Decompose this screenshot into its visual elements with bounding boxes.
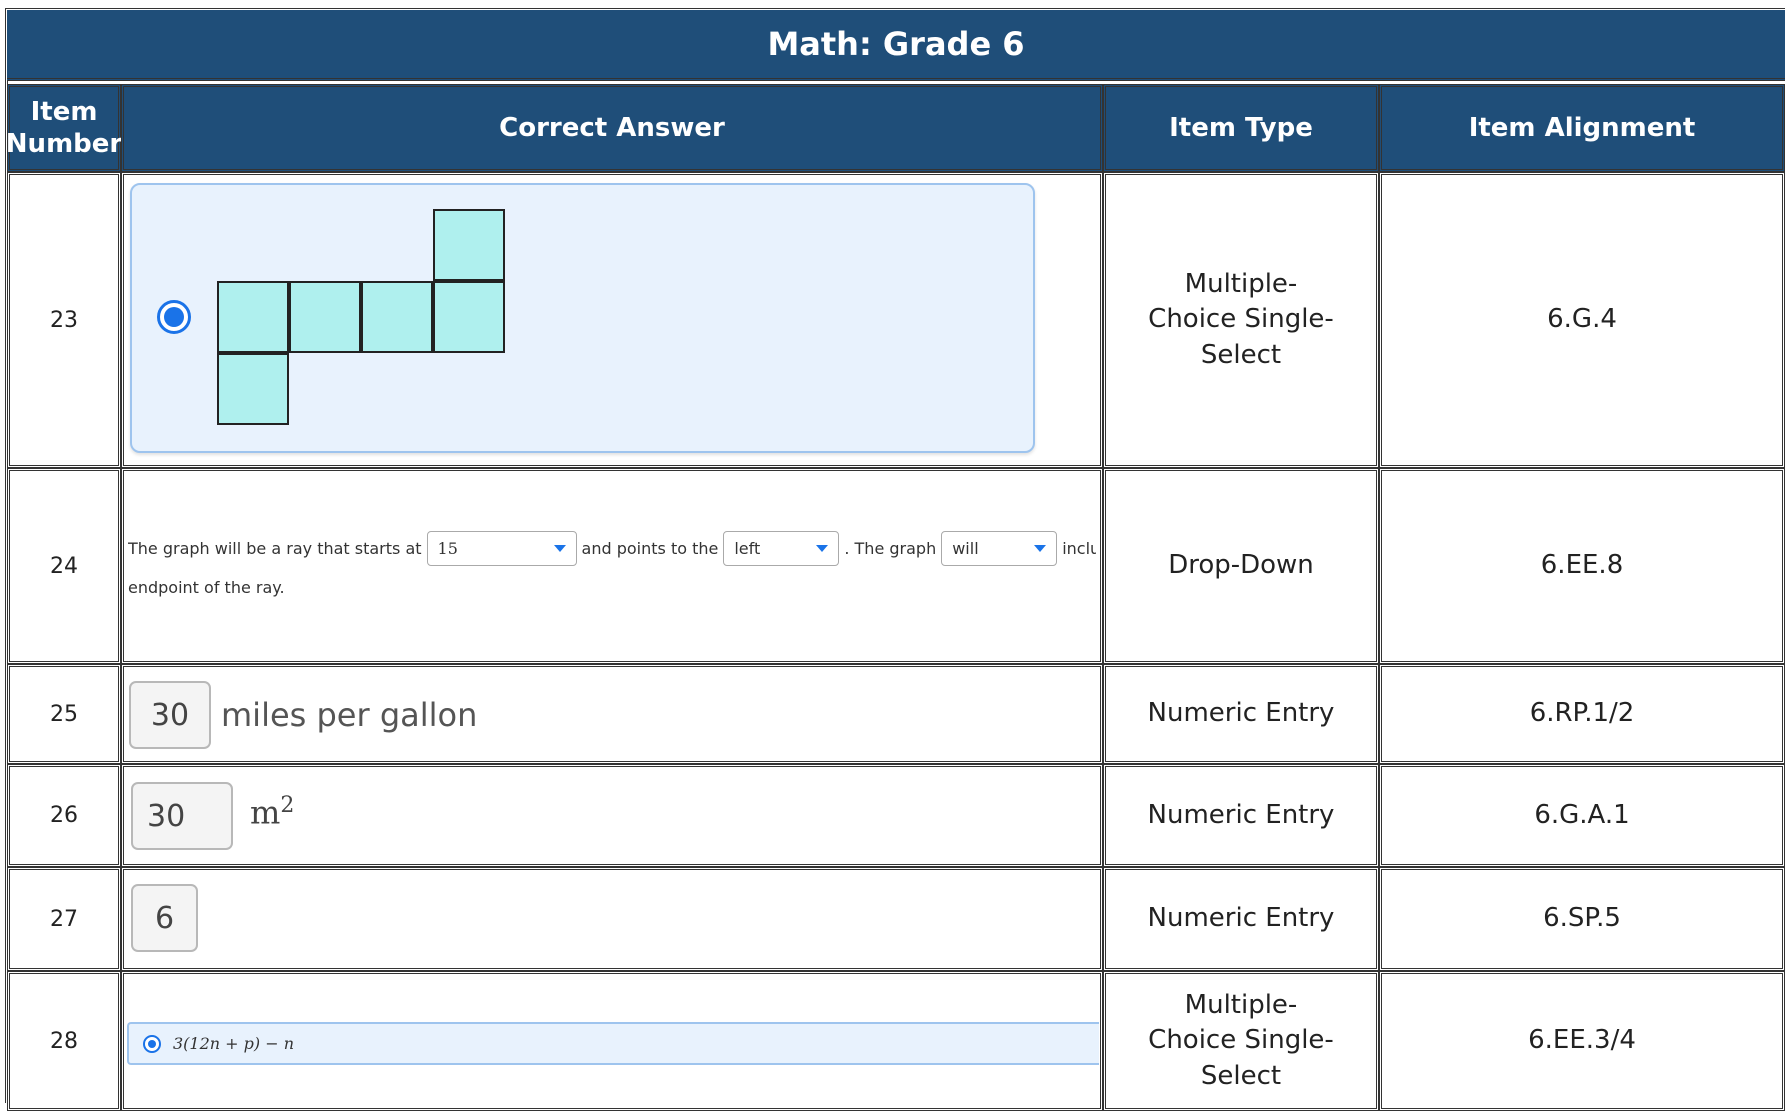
header-item-type: Item Type: [1103, 84, 1379, 172]
item-number-26: 26: [7, 764, 121, 867]
selected-radio-icon[interactable]: [143, 1034, 161, 1053]
answer-option-card[interactable]: [130, 183, 1035, 453]
expression-text: 3(12n + p) − n: [173, 1034, 295, 1053]
numeric-entry-input[interactable]: 6: [131, 884, 198, 952]
net-square: [217, 281, 289, 353]
item-alignment-28: 6.EE.3/4: [1379, 971, 1785, 1111]
item-type-28: Multiple-Choice Single-Select: [1103, 971, 1379, 1111]
header-correct-answer: Correct Answer: [121, 84, 1103, 172]
chevron-down-icon: [816, 545, 829, 552]
item-alignment-24: 6.EE.8: [1379, 468, 1785, 664]
header-item-number: Item Number: [6, 84, 122, 172]
item-number-24: 24: [7, 468, 121, 664]
item-alignment-25: 6.RP.1/2: [1379, 664, 1785, 764]
item-alignment-23: 6.G.4: [1379, 172, 1785, 468]
item-type-26: Numeric Entry: [1103, 764, 1379, 867]
item-type-25: Numeric Entry: [1103, 664, 1379, 764]
item-number-28: 28: [7, 971, 121, 1111]
dropdown-sentence: The graph will be a ray that starts at 1…: [128, 530, 1096, 600]
net-square: [433, 281, 505, 353]
net-square: [289, 281, 361, 353]
numeric-entry-input[interactable]: 30: [129, 681, 211, 749]
answer-option-row[interactable]: 3(12n + p) − n: [127, 1022, 1099, 1065]
item-number-23: 23: [7, 172, 121, 468]
item-alignment-27: 6.SP.5: [1379, 867, 1785, 971]
item-type-27: Numeric Entry: [1103, 867, 1379, 971]
direction-dropdown[interactable]: left: [723, 531, 840, 566]
selected-radio-icon[interactable]: [157, 300, 191, 334]
net-square: [433, 209, 505, 281]
chevron-down-icon: [553, 545, 566, 552]
table-title: Math: Grade 6: [7, 10, 1785, 81]
item-number-27: 27: [7, 867, 121, 971]
unit-label: m2: [250, 793, 295, 832]
include-dropdown[interactable]: will: [941, 531, 1058, 566]
sentence-continuation: endpoint of the ray.: [128, 578, 285, 597]
start-point-dropdown[interactable]: 15: [426, 531, 577, 566]
net-square: [361, 281, 433, 353]
item-number-25: 25: [7, 664, 121, 764]
net-square: [217, 353, 289, 425]
item-type-24: Drop-Down: [1103, 468, 1379, 664]
chevron-down-icon: [1034, 545, 1047, 552]
unit-label: miles per gallon: [221, 696, 478, 734]
numeric-entry-input[interactable]: 30: [131, 782, 233, 850]
item-alignment-26: 6.G.A.1: [1379, 764, 1785, 867]
item-type-23: Multiple-Choice Single-Select: [1103, 172, 1379, 468]
header-item-alignment: Item Alignment: [1379, 84, 1785, 172]
correct-answer-27: [121, 867, 1103, 971]
